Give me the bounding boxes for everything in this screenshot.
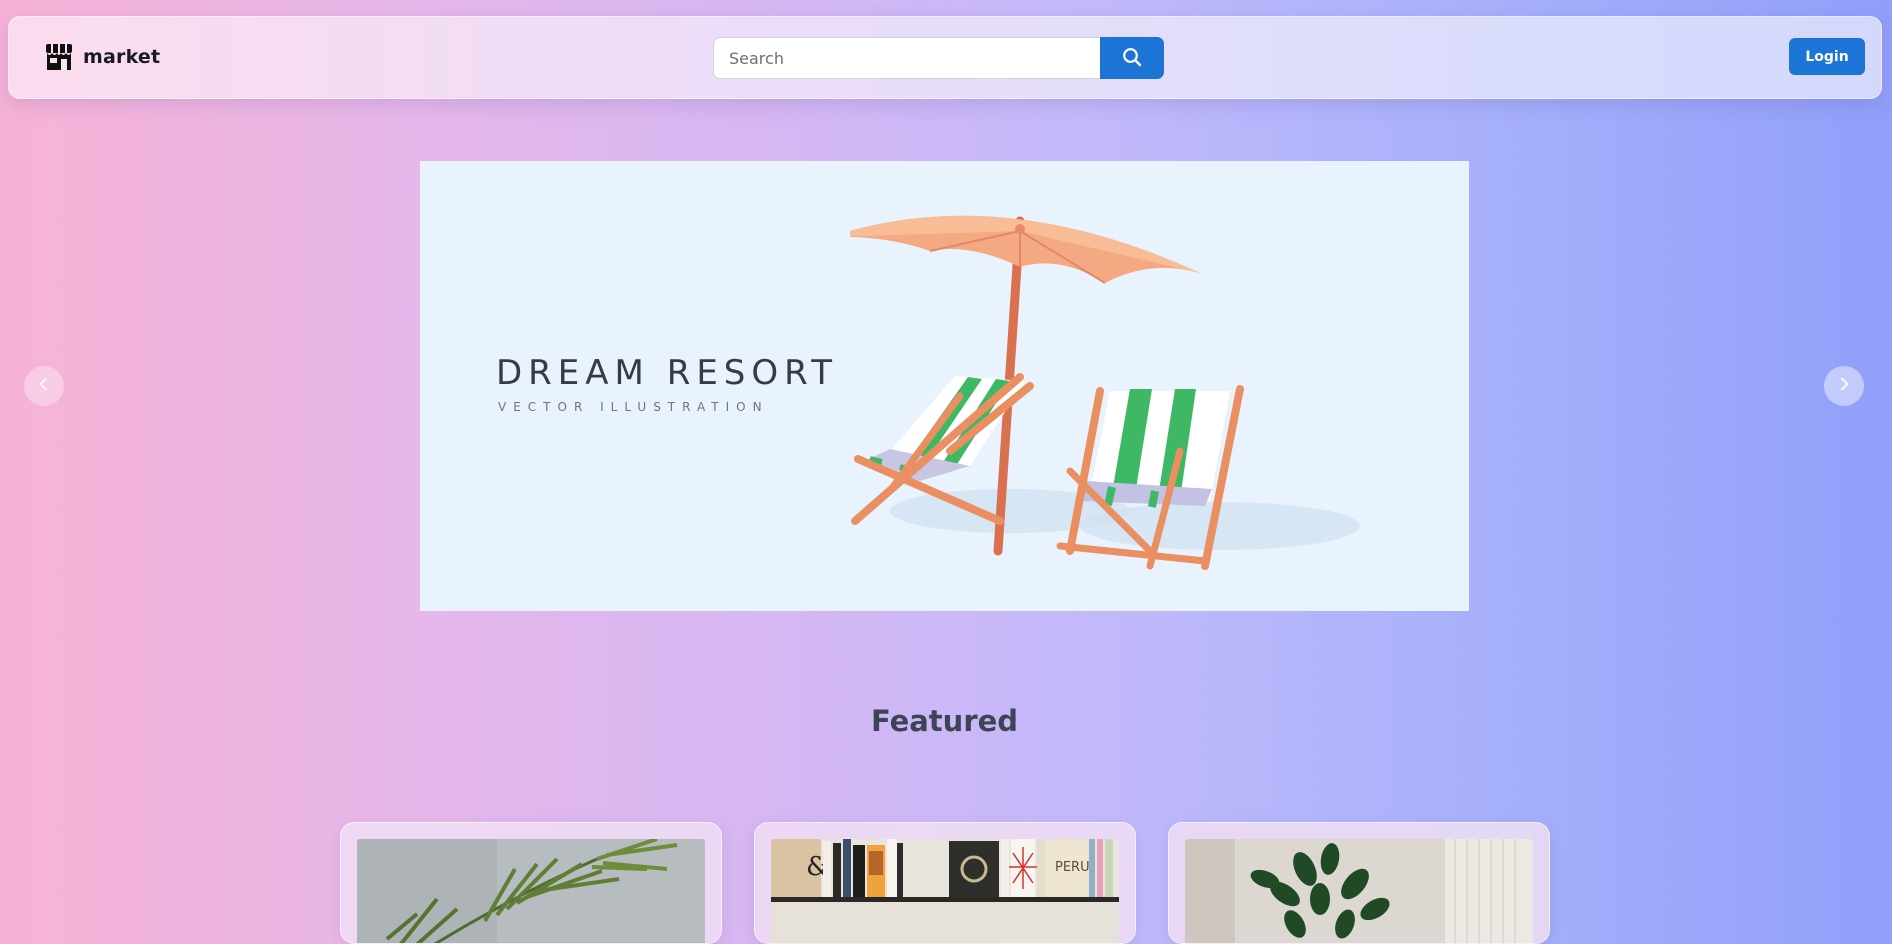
search-icon xyxy=(1122,47,1142,70)
book-cover-peru: PERU xyxy=(1055,860,1090,875)
carousel-slide-banner[interactable]: DREAM RESORT VECTOR ILLUSTRATION xyxy=(420,161,1469,611)
brand-logo-link[interactable]: market xyxy=(45,43,160,71)
chevron-right-icon xyxy=(1836,376,1852,396)
chevron-left-icon xyxy=(36,376,52,396)
storefront-icon xyxy=(45,43,73,71)
banner-subtitle: VECTOR ILLUSTRATION xyxy=(498,400,769,414)
carousel-next-button[interactable] xyxy=(1824,366,1864,406)
banner-title: DREAM RESORT xyxy=(496,353,839,393)
search-bar xyxy=(713,37,1164,79)
search-button[interactable] xyxy=(1100,37,1164,79)
potted-plant-photo xyxy=(1185,839,1533,943)
brand-name: market xyxy=(83,46,161,68)
login-button[interactable]: Login xyxy=(1789,38,1865,75)
featured-card[interactable] xyxy=(1168,822,1550,944)
bookshelf-photo: & PERU xyxy=(771,839,1119,943)
top-navbar: market Login xyxy=(8,16,1882,99)
palm-plant-photo xyxy=(357,839,705,943)
featured-card[interactable]: & PERU xyxy=(754,822,1136,944)
carousel-prev-button[interactable] xyxy=(24,366,64,406)
featured-section-title: Featured xyxy=(870,704,1019,738)
search-input[interactable] xyxy=(713,37,1100,79)
featured-card[interactable] xyxy=(340,822,722,944)
beach-umbrella-illustration xyxy=(850,215,1360,570)
